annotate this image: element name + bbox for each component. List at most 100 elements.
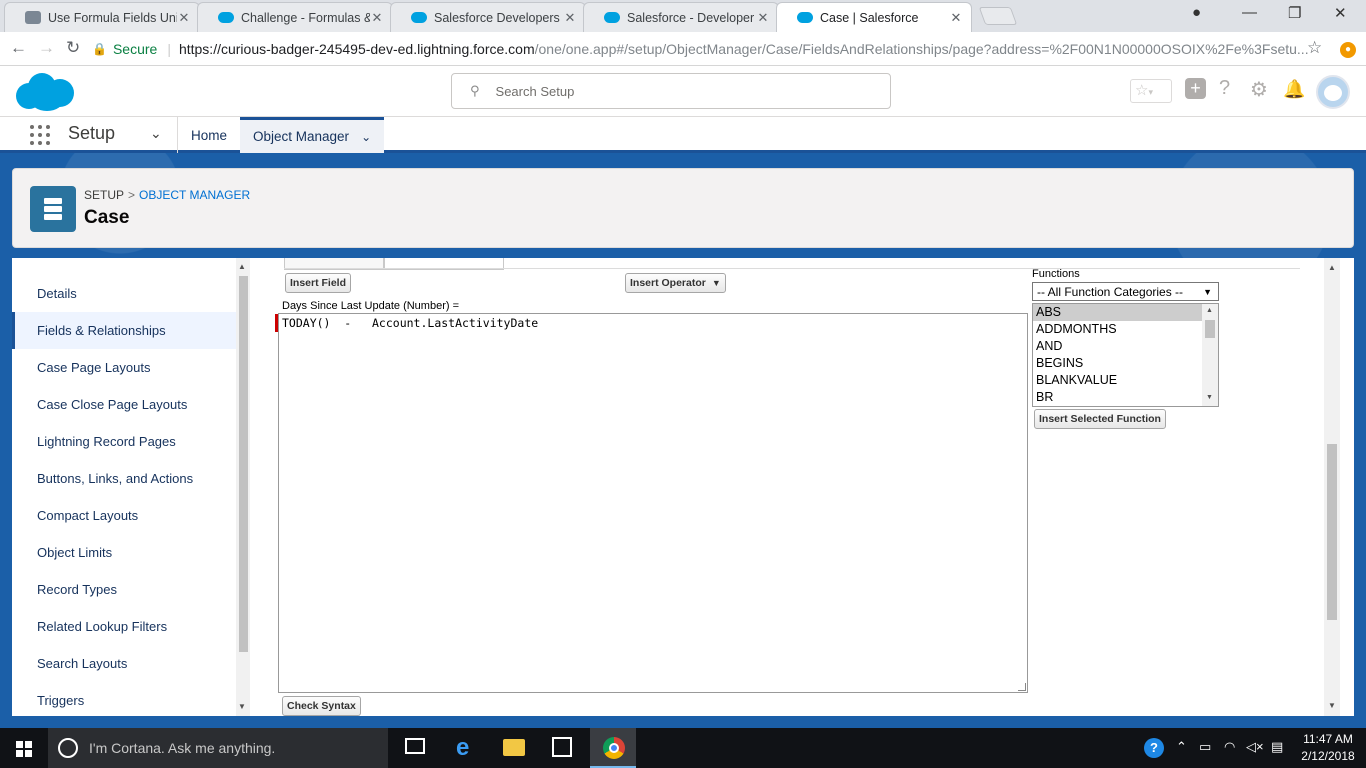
function-list-scroll-thumb[interactable]	[1205, 320, 1215, 338]
sidebar-item-label: Related Lookup Filters	[37, 619, 168, 634]
resize-handle-icon[interactable]	[1018, 683, 1026, 691]
sidebar-item-fields-relationships[interactable]: Fields & Relationships	[12, 312, 236, 349]
search-setup-field[interactable]: ⚲ Search Setup	[451, 73, 891, 109]
sidebar-item-buttons-links-actions[interactable]: Buttons, Links, and Actions	[12, 460, 236, 497]
scroll-up-arrow-icon[interactable]: ▲	[238, 262, 246, 271]
windows-start-icon[interactable]	[16, 741, 32, 757]
notifications-bell-icon[interactable]: 🔔	[1283, 79, 1305, 100]
browser-tab[interactable]: Use Formula Fields Unit | ✕	[4, 2, 200, 32]
function-list[interactable]: ABS ADDMONTHS AND BEGINS BLANKVALUE BR ▲…	[1032, 303, 1219, 407]
scroll-up-arrow-icon[interactable]: ▲	[1206, 307, 1213, 314]
system-clock[interactable]: 11:47 AM 2/12/2018	[1296, 731, 1360, 765]
app-name: Setup	[68, 123, 116, 143]
search-icon: ⚲	[470, 83, 480, 98]
function-category-select[interactable]: -- All Function Categories -- ▼	[1032, 282, 1219, 301]
gear-icon[interactable]: ⚙	[1250, 77, 1268, 102]
salesforce-logo[interactable]	[16, 73, 74, 111]
new-tab-button[interactable]	[978, 7, 1018, 25]
browser-tab-active[interactable]: Case | Salesforce ✕	[776, 2, 972, 32]
volume-muted-icon[interactable]: ◁×	[1246, 739, 1264, 755]
scroll-down-arrow-icon[interactable]: ▼	[1206, 394, 1213, 401]
chevron-down-icon[interactable]: ⌄	[150, 125, 162, 142]
nav-tab-object-manager[interactable]: Object Manager ⌄	[240, 117, 385, 153]
chevron-down-icon[interactable]: ⌄	[361, 130, 371, 144]
sidebar-item-record-types[interactable]: Record Types	[12, 571, 236, 608]
function-category-value: -- All Function Categories --	[1037, 284, 1184, 299]
sidebar-item-search-layouts[interactable]: Search Layouts	[12, 645, 236, 682]
cortana-search-box[interactable]: I'm Cortana. Ask me anything.	[48, 728, 388, 768]
global-actions-plus-icon[interactable]: +	[1185, 78, 1206, 99]
url-path: /one/one.app#/setup/ObjectManager/Case/F…	[534, 41, 1309, 57]
browser-tab[interactable]: Challenge - Formulas & V ✕	[197, 2, 393, 32]
edge-browser-icon[interactable]: e	[456, 734, 478, 761]
sidebar-item-lightning-record-pages[interactable]: Lightning Record Pages	[12, 423, 236, 460]
function-item[interactable]: AND	[1033, 338, 1218, 355]
close-icon[interactable]: ✕	[370, 10, 384, 26]
profile-icon[interactable]: ●	[1192, 4, 1201, 21]
close-icon[interactable]: ✕	[756, 10, 770, 26]
function-item[interactable]: ABS	[1033, 304, 1218, 321]
help-tray-icon[interactable]: ?	[1144, 738, 1164, 758]
url-field[interactable]: 🔒 Secure | https://curious-badger-245495…	[92, 35, 1332, 63]
breadcrumb-object-manager-link[interactable]: OBJECT MANAGER	[139, 188, 250, 202]
close-icon[interactable]: ✕	[177, 10, 191, 26]
reload-icon[interactable]: ↻	[66, 38, 80, 58]
task-view-icon[interactable]	[405, 738, 425, 754]
object-sidebar: Details Fields & Relationships Case Page…	[12, 258, 250, 716]
extension-icon[interactable]: ●	[1340, 42, 1356, 58]
restore-icon[interactable]: ❐	[1288, 4, 1301, 22]
browser-tab-label: Challenge - Formulas & V	[241, 10, 370, 25]
browser-tab[interactable]: Salesforce - Developer Ed ✕	[583, 2, 779, 32]
url-separator: |	[167, 41, 171, 57]
scroll-down-arrow-icon[interactable]: ▼	[238, 702, 246, 711]
nav-tab-home[interactable]: Home	[178, 117, 240, 153]
sidebar-item-label: Triggers	[37, 693, 85, 708]
content-scroll-thumb[interactable]	[1327, 444, 1337, 620]
function-item[interactable]: BR	[1033, 389, 1218, 406]
back-icon[interactable]: ←	[10, 38, 27, 58]
favorites-button[interactable]: ☆▾	[1130, 79, 1172, 103]
chevron-up-icon[interactable]: ⌃	[1176, 739, 1187, 755]
forward-icon[interactable]: →	[38, 38, 55, 58]
wifi-icon[interactable]: ◠	[1224, 739, 1235, 755]
close-window-icon[interactable]: ✕	[1334, 4, 1347, 22]
sidebar-item-case-page-layouts[interactable]: Case Page Layouts	[12, 349, 236, 386]
bookmark-star-icon[interactable]: ☆	[1307, 38, 1322, 58]
sidebar-item-related-lookup-filters[interactable]: Related Lookup Filters	[12, 608, 236, 645]
formula-textarea[interactable]: TODAY() - Account.LastActivityDate	[275, 313, 1028, 693]
close-icon[interactable]: ✕	[949, 10, 963, 26]
scroll-down-arrow-icon[interactable]: ▼	[1328, 701, 1336, 710]
sidebar-scroll-thumb[interactable]	[239, 276, 248, 652]
sidebar-item-label: Fields & Relationships	[37, 323, 166, 338]
battery-icon[interactable]: ▭	[1199, 739, 1211, 755]
avatar[interactable]	[1316, 75, 1350, 109]
chrome-icon[interactable]	[603, 737, 625, 759]
check-syntax-button[interactable]: Check Syntax	[282, 696, 361, 716]
function-item[interactable]: ADDMONTHS	[1033, 321, 1218, 338]
sidebar-item-triggers[interactable]: Triggers	[12, 682, 236, 719]
function-item[interactable]: BLANKVALUE	[1033, 372, 1218, 389]
sidebar-scrollbar[interactable]: ▲ ▼	[236, 258, 250, 716]
close-icon[interactable]: ✕	[563, 10, 577, 26]
function-list-scrollbar[interactable]: ▲ ▼	[1202, 304, 1218, 406]
notifications-icon[interactable]: ▤	[1271, 739, 1283, 755]
file-explorer-icon[interactable]	[503, 739, 525, 756]
sidebar-item-case-close-page-layouts[interactable]: Case Close Page Layouts	[12, 386, 236, 423]
insert-selected-function-button[interactable]: Insert Selected Function	[1034, 409, 1166, 429]
browser-tab[interactable]: Salesforce Developers | H ✕	[390, 2, 586, 32]
sidebar-item-object-limits[interactable]: Object Limits	[12, 534, 236, 571]
scroll-up-arrow-icon[interactable]: ▲	[1328, 263, 1336, 272]
function-item[interactable]: BEGINS	[1033, 355, 1218, 372]
browser-tab-label: Use Formula Fields Unit |	[48, 10, 177, 25]
editor-divider	[284, 268, 1300, 269]
sidebar-item-label: Lightning Record Pages	[37, 434, 176, 449]
help-icon[interactable]: ?	[1219, 77, 1230, 100]
minimize-icon[interactable]: —	[1242, 4, 1257, 21]
app-launcher-icon[interactable]	[30, 125, 50, 145]
insert-field-button[interactable]: Insert Field	[285, 273, 352, 293]
sidebar-item-details[interactable]: Details	[12, 275, 236, 312]
sidebar-item-compact-layouts[interactable]: Compact Layouts	[12, 497, 236, 534]
content-scrollbar[interactable]: ▲ ▼	[1324, 258, 1340, 716]
insert-operator-button[interactable]: Insert Operator ▼	[625, 273, 726, 293]
store-icon[interactable]	[552, 737, 572, 757]
